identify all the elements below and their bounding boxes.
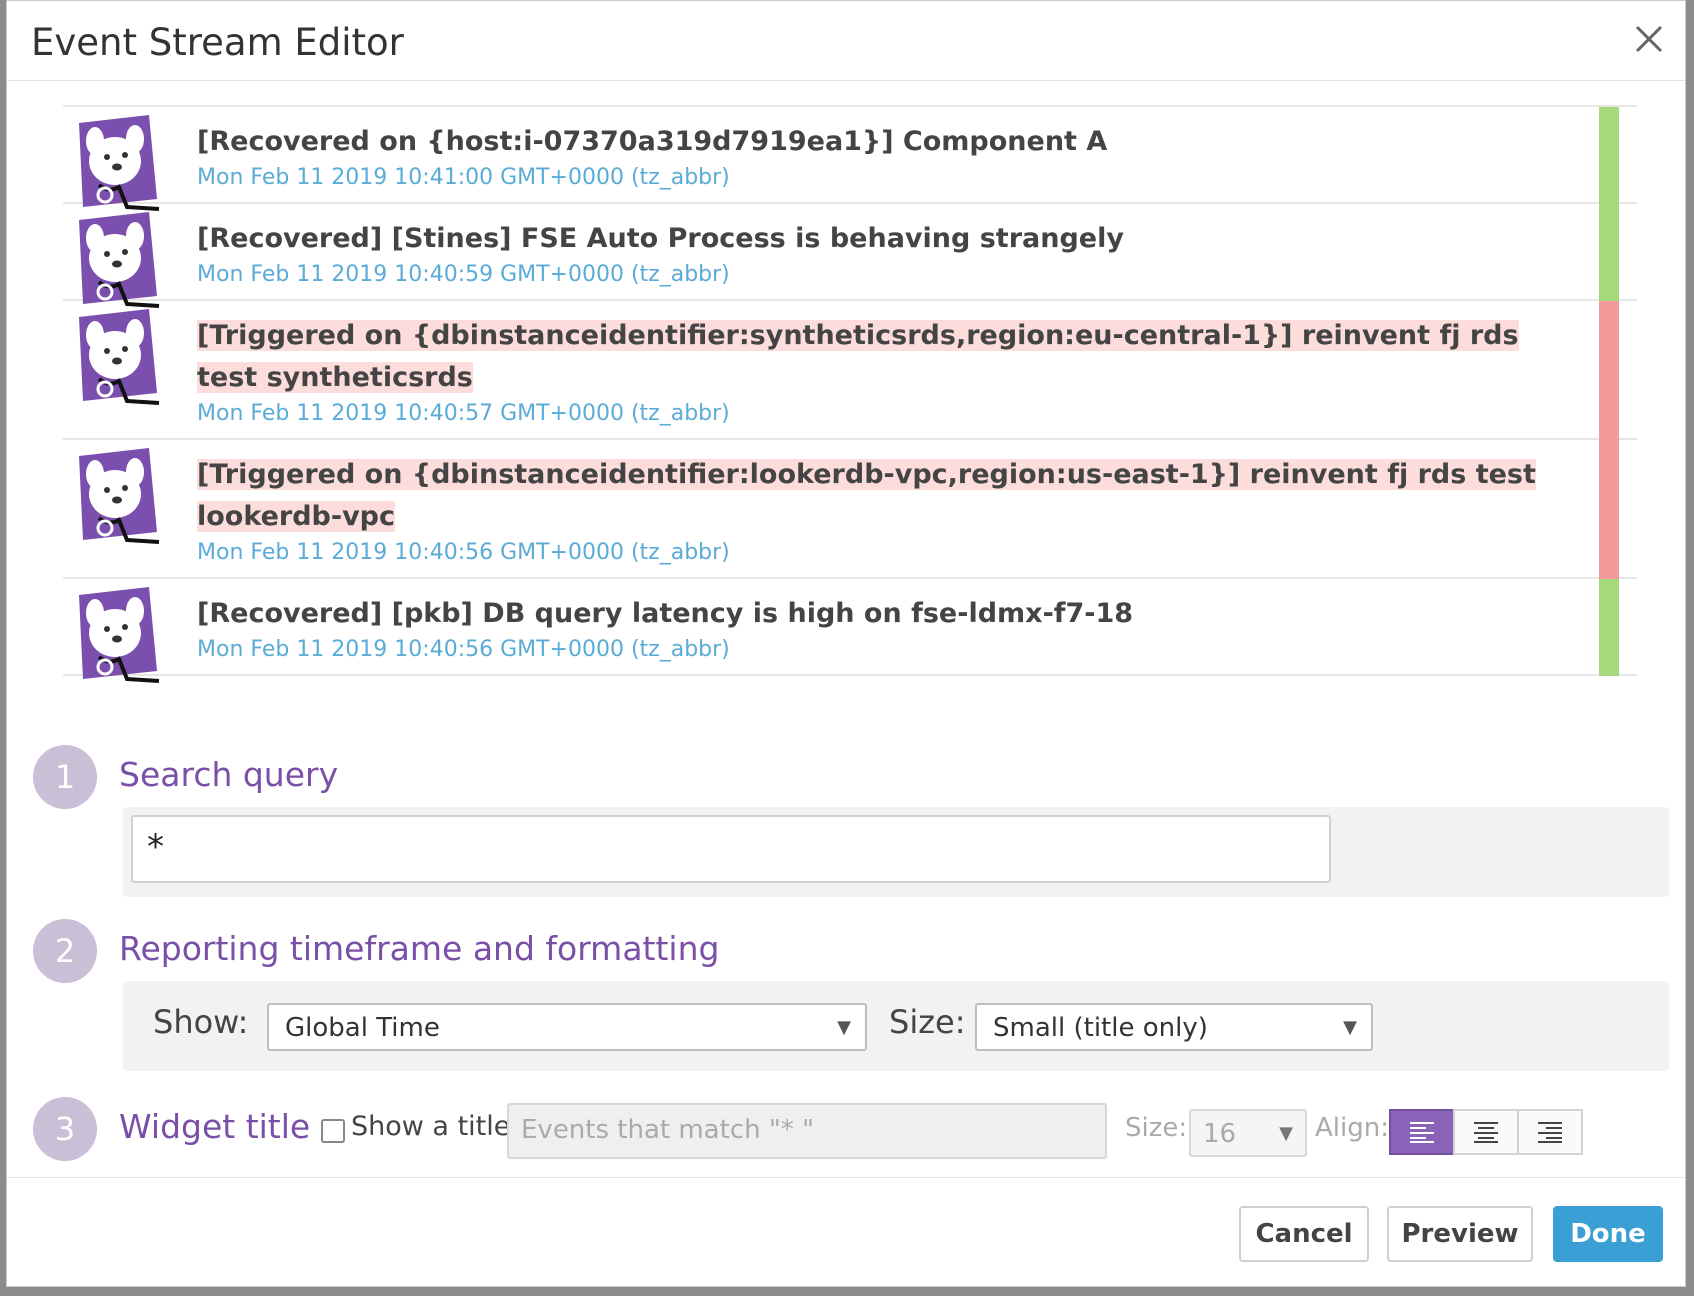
event-time: Mon Feb 11 2019 10:40:59 GMT+0000 (tz_ab… xyxy=(197,262,730,287)
event-title[interactable]: [Triggered on {dbinstanceidentifier:look… xyxy=(197,454,1557,538)
event-item[interactable]: [Triggered on {dbinstanceidentifier:synt… xyxy=(63,301,1637,440)
step-label-search-query: Search query xyxy=(119,755,339,794)
size-select-value: Small (title only) xyxy=(993,1013,1208,1043)
chevron-down-icon: ▼ xyxy=(1343,1017,1357,1038)
dialog-header: Event Stream Editor xyxy=(7,1,1685,81)
datadog-avatar-icon xyxy=(69,587,165,687)
preview-button[interactable]: Preview xyxy=(1387,1206,1533,1262)
title-size-value: 16 xyxy=(1203,1119,1237,1149)
chevron-down-icon: ▼ xyxy=(1279,1123,1293,1144)
chevron-down-icon: ▼ xyxy=(837,1017,851,1038)
event-title[interactable]: [Recovered] [Stines] FSE Auto Process is… xyxy=(197,218,1557,260)
search-query-input[interactable]: * xyxy=(131,815,1331,883)
event-status-bar xyxy=(1599,579,1619,676)
event-time: Mon Feb 11 2019 10:40:57 GMT+0000 (tz_ab… xyxy=(197,401,730,426)
datadog-avatar-icon xyxy=(69,115,165,215)
show-title-label: Show a title: xyxy=(351,1111,520,1142)
search-query-panel: * xyxy=(123,807,1669,897)
step-number-2: 2 xyxy=(33,919,97,983)
title-size-label: Size: xyxy=(1125,1113,1188,1143)
align-center-icon xyxy=(1474,1122,1498,1143)
event-title[interactable]: [Triggered on {dbinstanceidentifier:synt… xyxy=(197,315,1557,399)
event-item[interactable]: [Recovered] [Stines] FSE Auto Process is… xyxy=(63,204,1637,308)
datadog-avatar-icon xyxy=(69,212,165,312)
done-button[interactable]: Done xyxy=(1553,1206,1663,1262)
event-item[interactable]: [Recovered] [pkb] DB query latency is hi… xyxy=(63,579,1637,683)
dialog-title: Event Stream Editor xyxy=(31,21,404,64)
event-stream-editor-dialog: Event Stream Editor [Recovered on {host:… xyxy=(6,0,1686,1287)
cancel-button[interactable]: Cancel xyxy=(1239,1206,1369,1262)
event-status-bar xyxy=(1599,440,1619,579)
align-left-button[interactable] xyxy=(1389,1109,1455,1155)
size-select[interactable]: Small (title only) ▼ xyxy=(975,1003,1373,1051)
show-label: Show: xyxy=(153,1003,249,1041)
event-stream-preview[interactable]: [Recovered on {host:i-07370a319d7919ea1}… xyxy=(63,105,1637,705)
close-icon xyxy=(1635,25,1663,53)
align-left-icon xyxy=(1410,1122,1434,1143)
align-button-group xyxy=(1389,1109,1583,1155)
step-label-timeframe: Reporting timeframe and formatting xyxy=(119,929,720,968)
show-select-value: Global Time xyxy=(285,1013,440,1043)
align-right-icon xyxy=(1538,1122,1562,1143)
event-time: Mon Feb 11 2019 10:40:56 GMT+0000 (tz_ab… xyxy=(197,540,730,565)
event-time: Mon Feb 11 2019 10:40:56 GMT+0000 (tz_ab… xyxy=(197,637,730,662)
event-status-bar xyxy=(1599,107,1619,204)
event-title[interactable]: [Recovered] [pkb] DB query latency is hi… xyxy=(197,593,1557,635)
event-title[interactable]: [Recovered on {host:i-07370a319d7919ea1}… xyxy=(197,121,1557,163)
align-right-button[interactable] xyxy=(1517,1109,1583,1155)
dialog-footer: Cancel Preview Done xyxy=(7,1177,1685,1287)
datadog-avatar-icon xyxy=(69,448,165,548)
close-button[interactable] xyxy=(1631,21,1667,57)
event-time: Mon Feb 11 2019 10:41:00 GMT+0000 (tz_ab… xyxy=(197,165,730,190)
step-label-widget-title: Widget title xyxy=(119,1107,311,1146)
step-number-1: 1 xyxy=(33,745,97,809)
show-title-checkbox[interactable] xyxy=(321,1119,345,1143)
show-select[interactable]: Global Time ▼ xyxy=(267,1003,867,1051)
align-center-button[interactable] xyxy=(1453,1109,1519,1155)
step-number-3: 3 xyxy=(33,1097,97,1161)
timeframe-panel: Show: Global Time ▼ Size: Small (title o… xyxy=(123,981,1669,1071)
event-item[interactable]: [Triggered on {dbinstanceidentifier:look… xyxy=(63,440,1637,579)
datadog-avatar-icon xyxy=(69,309,165,409)
widget-title-input[interactable]: Events that match "* " xyxy=(507,1103,1107,1159)
event-item[interactable]: [Recovered on {host:i-07370a319d7919ea1}… xyxy=(63,107,1637,211)
event-status-bar xyxy=(1599,204,1619,301)
size-label: Size: xyxy=(889,1003,966,1041)
event-status-bar xyxy=(1599,301,1619,440)
title-size-select[interactable]: 16 ▼ xyxy=(1189,1109,1307,1157)
align-label: Align: xyxy=(1315,1113,1389,1143)
